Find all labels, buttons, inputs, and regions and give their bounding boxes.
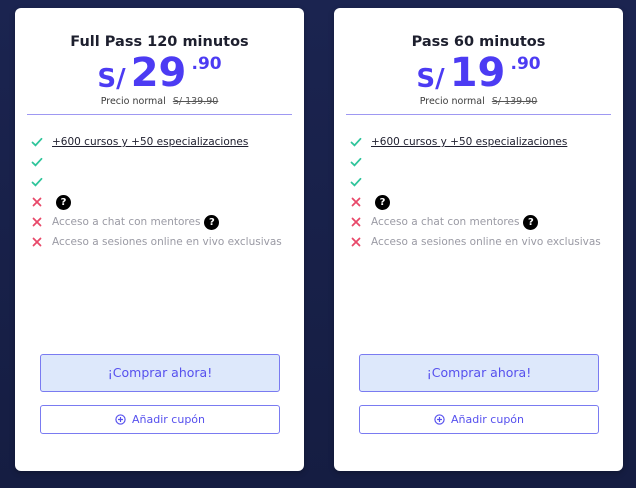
add-coupon-button[interactable]: Añadir cupón [359,405,599,434]
feature-item: +600 cursos y +50 especializaciones [31,132,294,152]
feature-label: Acceso a sesiones online en vivo exclusi… [371,236,601,248]
feature-item [31,152,294,172]
cross-icon [351,197,361,207]
plan-price: S/ 29 .90 [15,50,304,96]
price-currency: S/ [416,64,445,94]
feature-item: ? [350,192,613,212]
add-coupon-label: Añadir cupón [451,413,524,426]
normal-price-label: Precio normal [419,96,485,107]
feature-item: Acceso a sesiones online en vivo exclusi… [31,232,294,252]
plan-price: S/ 19 .90 [334,50,623,96]
add-coupon-label: Añadir cupón [132,413,205,426]
feature-label[interactable]: +600 cursos y +50 especializaciones [52,136,248,148]
help-icon[interactable]: ? [56,194,71,210]
cross-icon [32,217,42,227]
plan-title: Pass 60 minutos [411,34,546,50]
help-icon[interactable]: ? [375,194,390,210]
feature-list: +600 cursos y +50 especializaciones? Acce… [31,132,294,252]
cross-icon [351,217,361,227]
feature-label: Acceso a chat con mentores [52,216,201,228]
cross-icon [32,237,42,247]
feature-label[interactable]: +600 cursos y +50 especializaciones [371,136,567,148]
divider [346,114,611,115]
plus-circle-icon [115,413,126,425]
feature-item [31,172,294,192]
check-icon [31,137,43,147]
feature-item: Acceso a sesiones online en vivo exclusi… [350,232,613,252]
feature-label: Acceso a chat con mentores [371,216,520,228]
price-decimals: .90 [191,54,222,74]
price-decimals: .90 [510,54,541,74]
plus-circle-icon [434,413,445,425]
check-icon [31,177,43,187]
buy-now-button[interactable]: ¡Comprar ahora! [359,354,599,392]
feature-item: Acceso a chat con mentores? [350,212,613,232]
normal-price-row: Precio normal S/ 139.90 [334,96,623,107]
feature-item: +600 cursos y +50 especializaciones [350,132,613,152]
cross-icon [351,237,361,247]
cross-icon [32,197,42,207]
normal-price-row: Precio normal S/ 139.90 [15,96,304,107]
price-integer: 19 [449,50,506,96]
check-icon [31,157,43,167]
price-currency: S/ [97,64,126,94]
price-integer: 29 [130,50,187,96]
check-icon [350,137,362,147]
divider [27,114,292,115]
normal-price-value: S/ 139.90 [172,96,219,107]
feature-item: ? [31,192,294,212]
feature-item [350,152,613,172]
plan-title: Full Pass 120 minutos [70,34,249,50]
plan-card-full-pass: Full Pass 120 minutos S/ 29 .90 Precio n… [15,8,304,471]
add-coupon-button[interactable]: Añadir cupón [40,405,280,434]
normal-price-label: Precio normal [100,96,166,107]
feature-item [350,172,613,192]
feature-label: Acceso a sesiones online en vivo exclusi… [52,236,282,248]
check-icon [350,157,362,167]
feature-item: Acceso a chat con mentores? [31,212,294,232]
help-icon[interactable]: ? [523,214,539,230]
check-icon [350,177,362,187]
normal-price-value: S/ 139.90 [491,96,538,107]
plan-card-pass-60: Pass 60 minutos S/ 19 .90 Precio normal … [334,8,623,471]
help-icon[interactable]: ? [204,214,220,230]
feature-list: +600 cursos y +50 especializaciones? Acce… [350,132,613,252]
buy-now-button[interactable]: ¡Comprar ahora! [40,354,280,392]
